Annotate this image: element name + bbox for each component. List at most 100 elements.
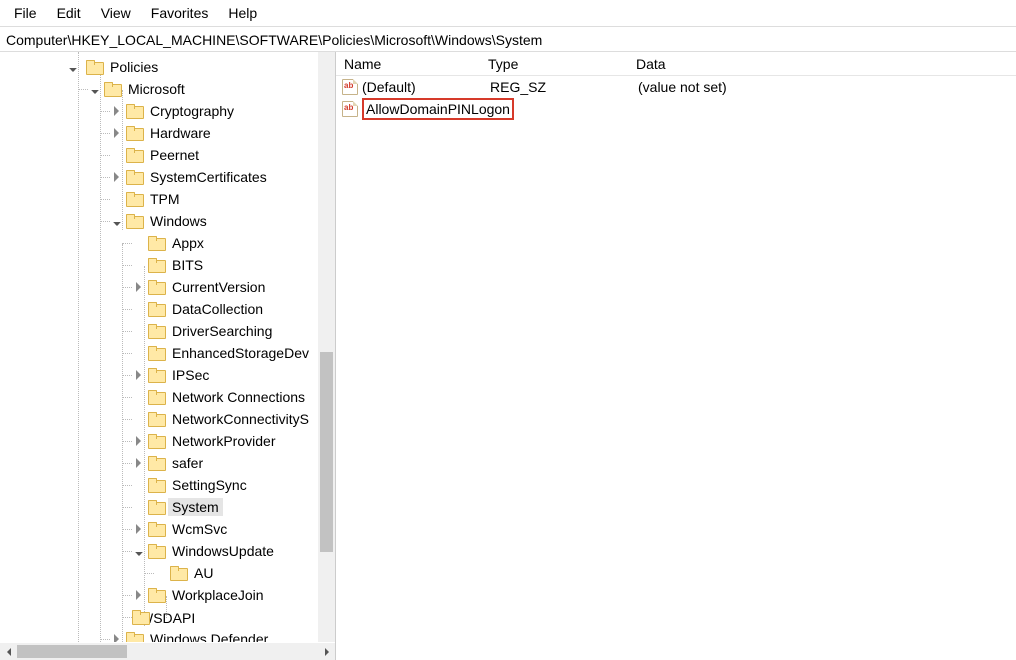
scrollbar-thumb[interactable] xyxy=(320,352,333,552)
menu-help[interactable]: Help xyxy=(220,4,265,22)
tree-label: WindowsUpdate xyxy=(168,542,278,560)
tree-item-ipsec[interactable]: IPSec xyxy=(0,364,335,386)
chevron-right-icon[interactable] xyxy=(132,368,146,382)
folder-icon xyxy=(126,126,142,140)
value-data: (value not set) xyxy=(638,79,1016,95)
tree-item-windowsdefender[interactable]: Windows Defender xyxy=(0,628,335,642)
tree-item-hardware[interactable]: Hardware xyxy=(0,122,335,144)
tree-item-microsoft[interactable]: Microsoft xyxy=(0,78,335,100)
tree-label: BITS xyxy=(168,256,207,274)
folder-icon xyxy=(148,390,164,404)
column-header-name[interactable]: Name xyxy=(336,56,488,72)
tree-label: CurrentVersion xyxy=(168,278,269,296)
folder-icon xyxy=(170,566,186,580)
tree-item-driversearching[interactable]: DriverSearching xyxy=(0,320,335,342)
chevron-right-icon[interactable] xyxy=(132,280,146,294)
chevron-right-icon[interactable] xyxy=(110,104,124,118)
tree-item-systemcertificates[interactable]: SystemCertificates xyxy=(0,166,335,188)
tree-label: EnhancedStorageDev xyxy=(168,344,313,362)
folder-icon xyxy=(148,346,164,360)
tree-leaf-icon xyxy=(132,412,146,426)
folder-icon xyxy=(104,82,120,96)
column-header-type[interactable]: Type xyxy=(488,56,636,72)
folder-icon xyxy=(148,302,164,316)
chevron-down-icon[interactable] xyxy=(66,60,80,74)
tree-item-peernet[interactable]: Peernet xyxy=(0,144,335,166)
tree-item-system[interactable]: System xyxy=(0,496,335,518)
chevron-right-icon[interactable] xyxy=(132,522,146,536)
tree-item-wcmsvc[interactable]: WcmSvc xyxy=(0,518,335,540)
tree-item-policies[interactable]: Policies xyxy=(0,56,335,78)
tree-horizontal-scrollbar[interactable] xyxy=(0,643,335,660)
folder-icon xyxy=(148,434,164,448)
tree-item-networkprovider[interactable]: NetworkProvider xyxy=(0,430,335,452)
menu-edit[interactable]: Edit xyxy=(49,4,89,22)
tree-label: Policies xyxy=(106,58,162,76)
tree-item-cryptography[interactable]: Cryptography xyxy=(0,100,335,122)
tree-item-settingsync[interactable]: SettingSync xyxy=(0,474,335,496)
tree-item-safer[interactable]: safer xyxy=(0,452,335,474)
string-value-icon: ab xyxy=(342,101,358,117)
folder-icon xyxy=(148,522,164,536)
chevron-right-icon[interactable] xyxy=(132,588,146,602)
tree-item-networkconnections[interactable]: Network Connections xyxy=(0,386,335,408)
tree-item-enhancedstoragedev[interactable]: EnhancedStorageDev xyxy=(0,342,335,364)
chevron-right-icon[interactable] xyxy=(132,434,146,448)
value-name: (Default) xyxy=(362,79,490,95)
tree-leaf-icon xyxy=(132,390,146,404)
chevron-down-icon[interactable] xyxy=(110,214,124,228)
menu-view[interactable]: View xyxy=(93,4,139,22)
chevron-down-icon[interactable] xyxy=(88,82,102,96)
folder-icon xyxy=(86,60,102,74)
chevron-right-icon[interactable] xyxy=(110,170,124,184)
value-type: REG_SZ xyxy=(490,79,638,95)
tree-item-appx[interactable]: Appx xyxy=(0,232,335,254)
tree-item-wsdapi[interactable]: WSDAPI xyxy=(0,606,335,628)
folder-icon xyxy=(126,192,142,206)
tree-vertical-scrollbar[interactable] xyxy=(318,52,335,642)
chevron-right-icon[interactable] xyxy=(110,632,124,642)
menu-bar: File Edit View Favorites Help xyxy=(0,0,1016,26)
tree-label: TPM xyxy=(146,190,184,208)
tree-item-networkconnectivity[interactable]: NetworkConnectivityS xyxy=(0,408,335,430)
registry-tree[interactable]: Policies Microsoft Cryptography xyxy=(0,52,335,642)
tree-item-windows[interactable]: Windows xyxy=(0,210,335,232)
tree-label: System xyxy=(168,498,223,516)
tree-label: Network Connections xyxy=(168,388,309,406)
folder-icon xyxy=(148,280,164,294)
tree-item-windowsupdate[interactable]: WindowsUpdate xyxy=(0,540,335,562)
tree-item-tpm[interactable]: TPM xyxy=(0,188,335,210)
chevron-down-icon[interactable] xyxy=(132,544,146,558)
address-bar[interactable]: Computer\HKEY_LOCAL_MACHINE\SOFTWARE\Pol… xyxy=(0,26,1016,52)
scroll-left-button[interactable] xyxy=(0,643,17,660)
list-item[interactable]: ab AllowDomainPINLogon xyxy=(336,98,1016,120)
list-item[interactable]: ab (Default) REG_SZ (value not set) xyxy=(336,76,1016,98)
tree-leaf-icon xyxy=(132,258,146,272)
menu-favorites[interactable]: Favorites xyxy=(143,4,217,22)
tree-label: Cryptography xyxy=(146,102,238,120)
chevron-right-icon[interactable] xyxy=(132,456,146,470)
tree-item-workplacejoin[interactable]: WorkplaceJoin xyxy=(0,584,335,606)
chevron-right-icon[interactable] xyxy=(110,126,124,140)
folder-icon xyxy=(148,368,164,382)
folder-icon xyxy=(126,214,142,228)
tree-item-bits[interactable]: BITS xyxy=(0,254,335,276)
tree-item-currentversion[interactable]: CurrentVersion xyxy=(0,276,335,298)
tree-leaf-icon: WSDAPI xyxy=(132,610,146,624)
tree-label: IPSec xyxy=(168,366,213,384)
menu-file[interactable]: File xyxy=(6,4,45,22)
string-value-icon: ab xyxy=(342,79,358,95)
tree-label: AU xyxy=(190,564,217,582)
tree-item-au[interactable]: AU xyxy=(0,562,335,584)
tree-label: WorkplaceJoin xyxy=(168,586,268,604)
folder-icon xyxy=(126,170,142,184)
tree-label: SettingSync xyxy=(168,476,251,494)
column-header-data[interactable]: Data xyxy=(636,56,1016,72)
tree-leaf-icon xyxy=(154,566,168,580)
tree-label: WcmSvc xyxy=(168,520,231,538)
folder-icon xyxy=(148,236,164,250)
scroll-right-button[interactable] xyxy=(318,643,335,660)
tree-item-datacollection[interactable]: DataCollection xyxy=(0,298,335,320)
folder-icon xyxy=(148,500,164,514)
scrollbar-thumb[interactable] xyxy=(17,645,127,658)
